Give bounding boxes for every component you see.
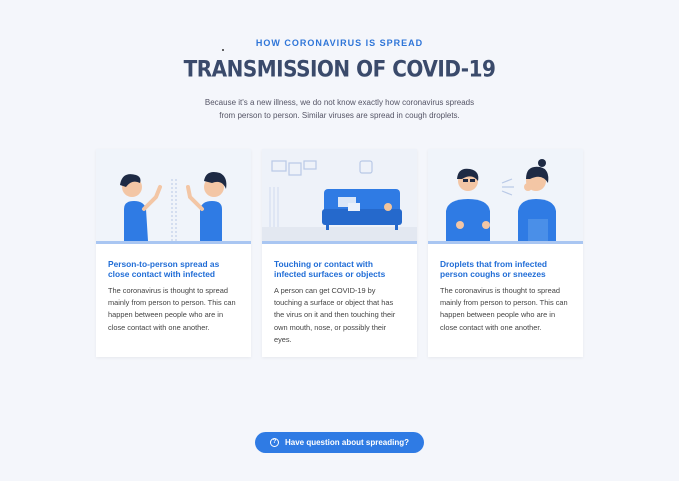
card-title: Droplets that from infected person cough… [440,259,548,279]
page-title: TRANSMISSION OF COVID-19 [183,55,496,83]
card-accent-bar [428,241,583,244]
card-text: The coronavirus is thought to spread mai… [440,286,568,332]
card-text: The coronavirus is thought to spread mai… [108,286,236,332]
have-question-label: Have question about spreading? [284,438,409,447]
card-accent-bar [96,241,251,244]
have-question-button[interactable]: ? Have question about spreading? [255,432,424,453]
card-text: A person can get COVID-19 by touching a … [274,286,396,344]
card-title: Person-to-person spread as close contact… [108,259,220,279]
card-droplets: Droplets that from infected person cough… [428,149,583,357]
card-surfaces: Touching or contact with infected surfac… [262,149,417,357]
card-person-to-person: Person-to-person spread as close contact… [96,149,251,357]
decorative-dot [222,49,224,51]
intro-line-2: from person to person. Similar viruses a… [219,111,460,120]
card-accent-bar [262,241,417,244]
illustration-two-people-high-five [96,149,251,241]
illustration-person-coughing [428,149,583,241]
question-circle-icon: ? [269,438,279,447]
intro-paragraph: Because it's a new illness, we do not kn… [0,96,679,122]
illustration-room-with-sofa [262,149,417,241]
intro-line-1: Because it's a new illness, we do not kn… [204,98,475,107]
card-title: Touching or contact with infected surfac… [274,259,386,279]
section-eyebrow: HOW CORONAVIRUS IS SPREAD [255,38,424,48]
